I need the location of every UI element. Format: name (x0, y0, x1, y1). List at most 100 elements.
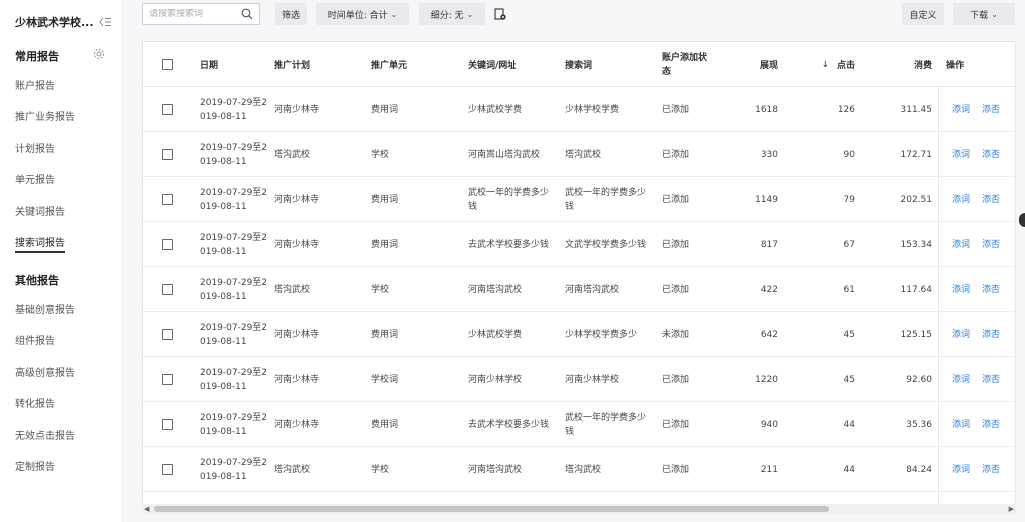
cell-ops: 添词 添否 (952, 267, 1015, 312)
cell-unit-text: 学校词 (371, 374, 399, 385)
gear-icon[interactable] (93, 48, 105, 60)
other-reports-heading: 其他报告 (15, 274, 59, 287)
add-keyword-link[interactable]: 添词 (952, 418, 970, 432)
row-checkbox[interactable] (162, 374, 173, 385)
sidebar-item-custom-report[interactable]: 定制报告 (15, 458, 55, 473)
cell-unit-text: 费用词 (371, 194, 399, 205)
add-negative-link[interactable]: 添否 (982, 283, 1000, 297)
add-negative-link[interactable]: 添否 (982, 463, 1000, 477)
account-switcher[interactable]: 少林武术学校... (15, 14, 115, 30)
sidebar-item-search-term-report[interactable]: 搜索词报告 (15, 234, 65, 253)
header-date[interactable]: 日期 (200, 42, 260, 87)
add-negative-link[interactable]: 添否 (982, 418, 1000, 432)
header-unit[interactable]: 推广单元 (371, 42, 451, 87)
row-checkbox[interactable] (162, 329, 173, 340)
cell-clicks: 61 (803, 267, 855, 312)
header-cost[interactable]: 消费 (883, 42, 932, 87)
cell-plan: 河南少林寺 (274, 402, 358, 447)
sidebar-item-invalid-click-report[interactable]: 无效点击报告 (15, 427, 75, 442)
cell-ops: 添词 添否 (952, 447, 1015, 492)
chevron-down-icon: ⌄ (466, 9, 474, 19)
add-keyword-link[interactable]: 添词 (952, 328, 970, 342)
add-negative-link[interactable]: 添否 (982, 103, 1000, 117)
cell-date: 2019-07-29至2019-08-11 (200, 357, 270, 402)
cell-date: 2019-07-29至2019-08-11 (200, 267, 270, 312)
customize-button[interactable]: 自定义 (902, 3, 944, 25)
table-row: 2019-07-29至2019-08-11 河南少林寺 费用词 去武术学校要多少钱 武校… (143, 402, 1015, 447)
row-checkbox[interactable] (162, 104, 173, 115)
add-negative-link[interactable]: 添否 (982, 148, 1000, 162)
header-impressions[interactable]: 展现 (733, 42, 778, 87)
settings-doc-icon[interactable] (494, 8, 506, 20)
horizontal-scrollbar[interactable]: ◀ ▶ (142, 504, 1016, 514)
sidebar-item-keyword-report[interactable]: 关键词报告 (15, 203, 65, 218)
breakdown-label: 细分: 无 (430, 10, 464, 21)
cell-date: 2019-07-29至2019-08-11 (200, 447, 270, 492)
add-negative-link[interactable]: 添否 (982, 328, 1000, 342)
search-icon[interactable] (241, 8, 253, 20)
search-box[interactable] (142, 3, 260, 25)
sidebar-item-plan-report[interactable]: 计划报告 (15, 140, 55, 155)
table-row: 2019-07-29至2019-08-11 河南少林寺 费用词 武校一年的学费多少钱武… (143, 177, 1015, 222)
add-keyword-link[interactable]: 添词 (952, 283, 970, 297)
add-keyword-link[interactable]: 添词 (952, 103, 970, 117)
row-select-cell (162, 447, 173, 492)
sidebar-item-account-report[interactable]: 账户报告 (15, 77, 55, 92)
sidebar-item-business-report[interactable]: 推广业务报告 (15, 108, 75, 123)
add-negative-link[interactable]: 添否 (982, 193, 1000, 207)
sidebar-item-basic-creative-report[interactable]: 基础创意报告 (15, 301, 75, 316)
scroll-right-icon[interactable]: ▶ (1009, 505, 1014, 513)
cell-impressions: 330 (733, 132, 778, 177)
header-search-term[interactable]: 搜索词 (565, 42, 645, 87)
scrollbar-thumb[interactable] (154, 506, 829, 512)
header-plan[interactable]: 推广计划 (274, 42, 354, 87)
add-keyword-link[interactable]: 添词 (952, 193, 970, 207)
row-checkbox[interactable] (162, 419, 173, 430)
row-checkbox[interactable] (162, 149, 173, 160)
cell-clicks: 45 (803, 312, 855, 357)
filter-button[interactable]: 筛选 (275, 3, 307, 25)
row-checkbox[interactable] (162, 284, 173, 295)
sidebar-item-unit-report[interactable]: 单元报告 (15, 171, 55, 186)
search-input[interactable] (149, 9, 239, 19)
cell-clicks-text: 44 (843, 464, 855, 475)
cell-impressions-text: 1618 (755, 104, 778, 115)
cell-plan: 河南少林寺 (274, 312, 358, 357)
add-keyword-link[interactable]: 添词 (952, 238, 970, 252)
cell-keyword: 少林武校学费 (468, 312, 552, 357)
row-select-cell (162, 177, 173, 222)
cell-keyword: 河南塔沟武校 (468, 267, 552, 312)
download-dropdown[interactable]: 下载 ⌄ (953, 3, 1015, 25)
breakdown-dropdown[interactable]: 细分: 无 ⌄ (419, 3, 485, 25)
cell-date: 2019-07-29至2019-08-11 (200, 402, 270, 447)
time-unit-dropdown[interactable]: 时间单位: 合计 ⌄ (316, 3, 409, 25)
collapse-sidebar-icon[interactable] (99, 17, 111, 27)
sidebar-item-component-report[interactable]: 组件报告 (15, 332, 55, 347)
add-keyword-link[interactable]: 添词 (952, 463, 970, 477)
sidebar-item-conversion-report[interactable]: 转化报告 (15, 395, 55, 410)
row-checkbox[interactable] (162, 239, 173, 250)
add-negative-link[interactable]: 添否 (982, 238, 1000, 252)
header-clicks-sort[interactable]: ↓ 点击 (803, 42, 855, 87)
select-all-checkbox[interactable] (162, 59, 173, 70)
add-keyword-link[interactable]: 添词 (952, 373, 970, 387)
cell-date-text: 2019-07-29至2019-08-11 (200, 457, 268, 482)
cell-plan-text: 塔沟武校 (274, 464, 311, 475)
header-status[interactable]: 账户添加状态 (662, 42, 710, 87)
row-checkbox[interactable] (162, 194, 173, 205)
add-negative-link[interactable]: 添否 (982, 373, 1000, 387)
header-keyword[interactable]: 关键词/网址 (468, 42, 548, 87)
add-keyword-link[interactable]: 添词 (952, 148, 970, 162)
floating-handle[interactable] (1019, 213, 1025, 227)
cell-unit-text: 学校 (371, 464, 390, 475)
filter-label: 筛选 (281, 10, 300, 21)
cell-cost: 117.64 (883, 267, 933, 312)
cell-clicks: 45 (803, 357, 855, 402)
cell-search-term-text: 塔沟武校 (565, 464, 602, 475)
row-checkbox[interactable] (162, 464, 173, 475)
sidebar-item-advanced-creative-report[interactable]: 高级创意报告 (15, 364, 75, 379)
cell-unit-text: 费用词 (371, 104, 399, 115)
cell-cost-text: 84.24 (906, 464, 932, 475)
cell-status: 已添加 (662, 402, 718, 447)
scroll-left-icon[interactable]: ◀ (144, 505, 149, 513)
